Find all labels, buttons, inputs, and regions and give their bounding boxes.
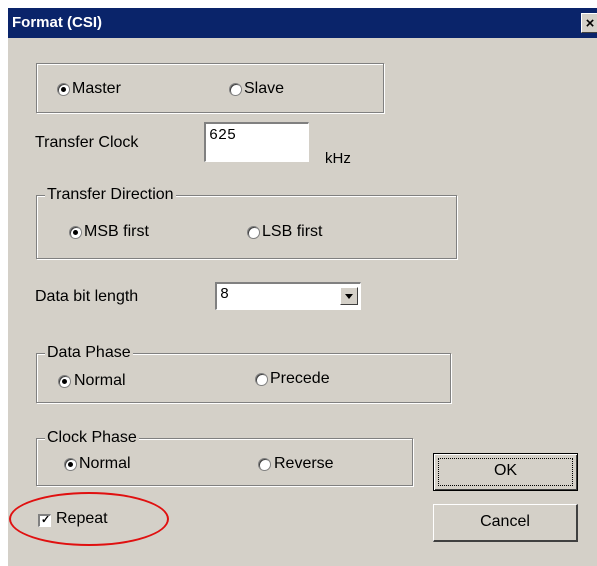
msb-first-label[interactable]: MSB first — [84, 223, 149, 241]
clock-phase-normal-radio[interactable] — [64, 458, 77, 471]
cancel-button[interactable]: Cancel — [433, 504, 578, 542]
clock-phase-reverse-label[interactable]: Reverse — [274, 455, 334, 473]
clock-phase-normal-label[interactable]: Normal — [79, 455, 131, 473]
ok-button[interactable]: OK — [433, 453, 578, 491]
cancel-button-label: Cancel — [480, 513, 530, 530]
data-bit-length-select[interactable]: 8 — [215, 282, 361, 310]
data-phase-legend: Data Phase — [45, 344, 133, 362]
slave-label[interactable]: Slave — [244, 80, 284, 98]
data-bit-length-value: 8 — [220, 286, 230, 303]
format-csi-dialog: Format (CSI) × Master Slave Transfer Clo… — [8, 8, 597, 566]
data-bit-length-label: Data bit length — [35, 288, 139, 305]
clock-phase-legend: Clock Phase — [45, 429, 139, 447]
transfer-clock-unit: kHz — [325, 150, 351, 167]
close-button[interactable]: × — [581, 13, 597, 33]
data-phase-normal-label[interactable]: Normal — [74, 372, 126, 390]
master-label[interactable]: Master — [72, 80, 121, 98]
title-bar[interactable]: Format (CSI) × — [8, 8, 597, 38]
clock-phase-reverse-radio[interactable] — [258, 458, 271, 471]
ok-button-label: OK — [493, 462, 518, 479]
transfer-direction-legend: Transfer Direction — [45, 186, 176, 204]
transfer-clock-label: Transfer Clock — [35, 134, 139, 151]
lsb-first-label[interactable]: LSB first — [262, 223, 322, 241]
chevron-down-icon[interactable] — [340, 287, 358, 305]
master-radio[interactable] — [57, 83, 70, 96]
dialog-title: Format (CSI) — [12, 14, 102, 31]
msb-first-radio[interactable] — [69, 226, 82, 239]
lsb-first-radio[interactable] — [247, 226, 260, 239]
data-phase-normal-radio[interactable] — [58, 375, 71, 388]
data-phase-precede-radio[interactable] — [255, 373, 268, 386]
transfer-clock-value: 625 — [209, 127, 237, 144]
close-icon: × — [585, 15, 595, 32]
data-phase-precede-label[interactable]: Precede — [270, 370, 330, 388]
repeat-highlight-ellipse — [9, 492, 169, 546]
slave-radio[interactable] — [229, 83, 242, 96]
transfer-clock-input[interactable]: 625 — [204, 122, 309, 162]
